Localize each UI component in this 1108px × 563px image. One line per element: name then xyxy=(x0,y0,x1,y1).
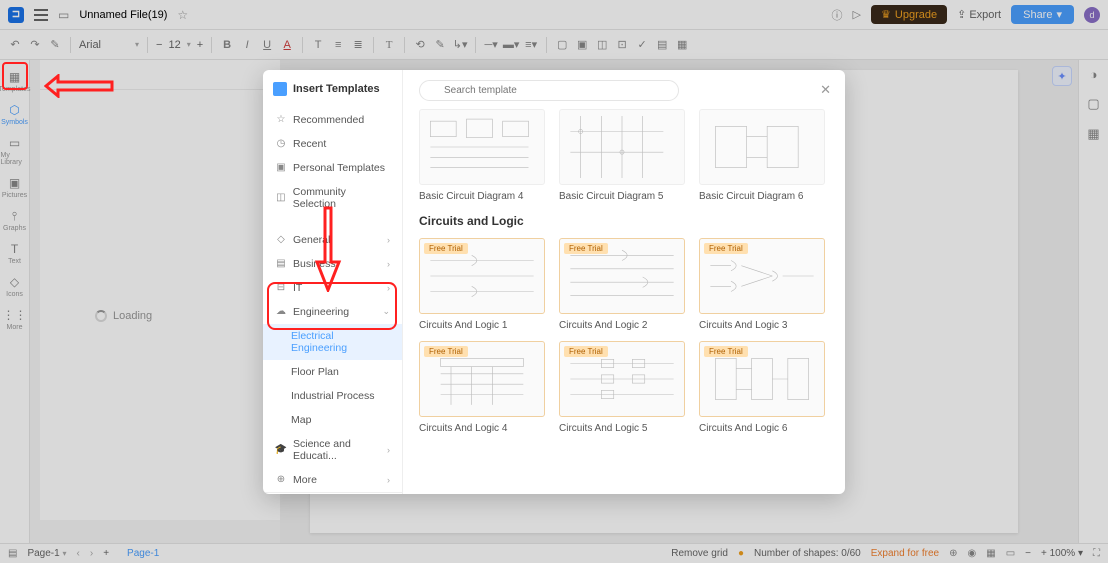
business-icon: ▤ xyxy=(275,258,287,270)
science-icon: 🎓 xyxy=(275,444,287,456)
general-icon: ◇ xyxy=(275,234,287,246)
modal-title: Insert Templates xyxy=(263,70,402,108)
it-icon: ⊟ xyxy=(275,282,287,294)
template-card[interactable]: Free Trial Circuits And Logic 5 xyxy=(559,341,685,434)
free-trial-badge: Free Trial xyxy=(564,243,608,254)
template-card[interactable]: Basic Circuit Diagram 6 xyxy=(699,109,825,202)
template-card[interactable]: Free Trial Circuits And Logic 3 xyxy=(699,238,825,331)
auto-open-checkbox[interactable]: Automatically open new fi... xyxy=(263,492,402,494)
template-card[interactable]: Free Trial Circuits And Logic 4 xyxy=(419,341,545,434)
free-trial-badge: Free Trial xyxy=(424,346,468,357)
template-card[interactable]: Basic Circuit Diagram 4 xyxy=(419,109,545,202)
free-trial-badge: Free Trial xyxy=(564,346,608,357)
chevron-right-icon: › xyxy=(387,259,390,269)
template-card[interactable]: Free Trial Circuits And Logic 6 xyxy=(699,341,825,434)
cat-floor-plan[interactable]: Floor Plan xyxy=(263,360,402,384)
free-trial-badge: Free Trial xyxy=(704,346,748,357)
cat-more[interactable]: ⊕More› xyxy=(263,468,402,492)
template-card[interactable]: Free Trial Circuits And Logic 1 xyxy=(419,238,545,331)
free-trial-badge: Free Trial xyxy=(424,243,468,254)
star-icon: ☆ xyxy=(275,114,287,126)
cat-map[interactable]: Map xyxy=(263,408,402,432)
modal-sidebar: Insert Templates ☆Recommended ◷Recent ▣P… xyxy=(263,70,403,494)
search-input[interactable] xyxy=(419,80,679,101)
nav-recommended[interactable]: ☆Recommended xyxy=(263,108,402,132)
chevron-right-icon: › xyxy=(387,475,390,485)
nav-community[interactable]: ◫Community Selection xyxy=(263,180,402,216)
nav-recent[interactable]: ◷Recent xyxy=(263,132,402,156)
cat-electrical[interactable]: Electrical Engineering xyxy=(263,324,402,360)
cat-science[interactable]: 🎓Science and Educati...› xyxy=(263,432,402,468)
cat-general[interactable]: ◇General› xyxy=(263,228,402,252)
template-row-2: Free Trial Circuits And Logic 1 Free Tri… xyxy=(419,238,829,331)
cat-business[interactable]: ▤Business› xyxy=(263,252,402,276)
template-card[interactable]: Basic Circuit Diagram 5 xyxy=(559,109,685,202)
free-trial-badge: Free Trial xyxy=(704,243,748,254)
templates-title-icon xyxy=(273,82,287,96)
nav-personal[interactable]: ▣Personal Templates xyxy=(263,156,402,180)
person-icon: ▣ xyxy=(275,162,287,174)
modal-content: ✕ ⌕ Basic Circuit Diagram 4 Basic Circui… xyxy=(403,70,845,494)
chevron-right-icon: › xyxy=(387,283,390,293)
community-icon: ◫ xyxy=(275,192,287,204)
more-cat-icon: ⊕ xyxy=(275,474,287,486)
engineering-icon: ☁ xyxy=(275,306,287,318)
cat-it[interactable]: ⊟IT› xyxy=(263,276,402,300)
chevron-right-icon: › xyxy=(387,235,390,245)
chevron-right-icon: › xyxy=(387,445,390,455)
cat-engineering[interactable]: ☁Engineering⌄ xyxy=(263,300,402,324)
section-title: Circuits and Logic xyxy=(419,214,829,228)
cat-industrial[interactable]: Industrial Process xyxy=(263,384,402,408)
insert-templates-dialog: Insert Templates ☆Recommended ◷Recent ▣P… xyxy=(263,70,845,494)
template-card[interactable]: Free Trial Circuits And Logic 2 xyxy=(559,238,685,331)
modal-overlay: Insert Templates ☆Recommended ◷Recent ▣P… xyxy=(0,0,1108,563)
template-row-1: Basic Circuit Diagram 4 Basic Circuit Di… xyxy=(419,109,829,202)
clock-icon: ◷ xyxy=(275,138,287,150)
chevron-down-icon: ⌄ xyxy=(382,306,390,317)
template-row-3: Free Trial Circuits And Logic 4 Free Tri… xyxy=(419,341,829,434)
